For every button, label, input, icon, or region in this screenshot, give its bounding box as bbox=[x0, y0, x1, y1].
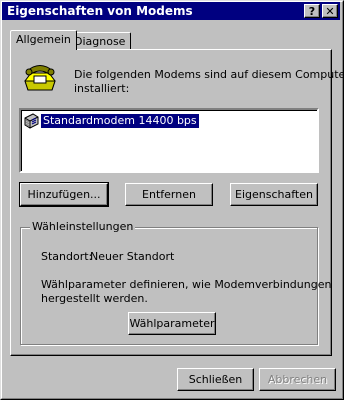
title-bar[interactable]: Eigenschaften von Modems ? ✕ bbox=[2, 2, 340, 20]
location-label: Standort: bbox=[41, 250, 93, 263]
add-button-label: Hinzufügen... bbox=[27, 188, 101, 201]
modem-name: Standardmodem 14400 bps bbox=[41, 114, 199, 128]
dial-params-button-label: Wählparameter bbox=[129, 317, 215, 330]
cancel-button-label: Abbrechen bbox=[267, 373, 328, 386]
intro-text-line2: installiert: bbox=[74, 82, 130, 95]
properties-button[interactable]: Eigenschaften bbox=[230, 183, 318, 206]
dialing-desc-line1: Wählparameter definieren, wie Modemverbi… bbox=[41, 278, 332, 291]
modem-list[interactable]: Standardmodem 14400 bps bbox=[19, 108, 319, 173]
help-icon: ? bbox=[308, 5, 316, 18]
cancel-button[interactable]: Abbrechen bbox=[259, 368, 336, 391]
close-button[interactable]: Schließen bbox=[177, 368, 254, 391]
tab-allgemein[interactable]: Allgemein bbox=[10, 30, 77, 50]
remove-button[interactable]: Entfernen bbox=[125, 183, 213, 206]
dialing-desc-line2: hergestellt werden. bbox=[41, 292, 148, 305]
close-icon: ✕ bbox=[325, 5, 335, 18]
phone-icon bbox=[22, 60, 58, 94]
close-button-label: Schließen bbox=[188, 373, 243, 386]
add-button[interactable]: Hinzufügen... bbox=[19, 182, 109, 207]
dial-params-button[interactable]: Wählparameter bbox=[128, 312, 216, 335]
window-title: Eigenschaften von Modems bbox=[7, 4, 193, 18]
help-button[interactable]: ? bbox=[304, 4, 320, 18]
modem-icon bbox=[23, 113, 39, 129]
remove-button-label: Entfernen bbox=[142, 188, 196, 201]
tab-label: Allgemein bbox=[16, 33, 71, 46]
close-title-button[interactable]: ✕ bbox=[322, 4, 338, 18]
tab-diagnose[interactable]: Diagnose bbox=[68, 32, 132, 50]
properties-button-label: Eigenschaften bbox=[235, 188, 313, 201]
intro-text-line1: Die folgenden Modems sind auf diesem Com… bbox=[74, 68, 344, 81]
tab-label: Diagnose bbox=[74, 35, 126, 48]
location-value: Neuer Standort bbox=[90, 250, 175, 263]
list-item[interactable]: Standardmodem 14400 bps bbox=[23, 113, 199, 129]
dialing-group-label: Wähleinstellungen bbox=[30, 220, 136, 233]
